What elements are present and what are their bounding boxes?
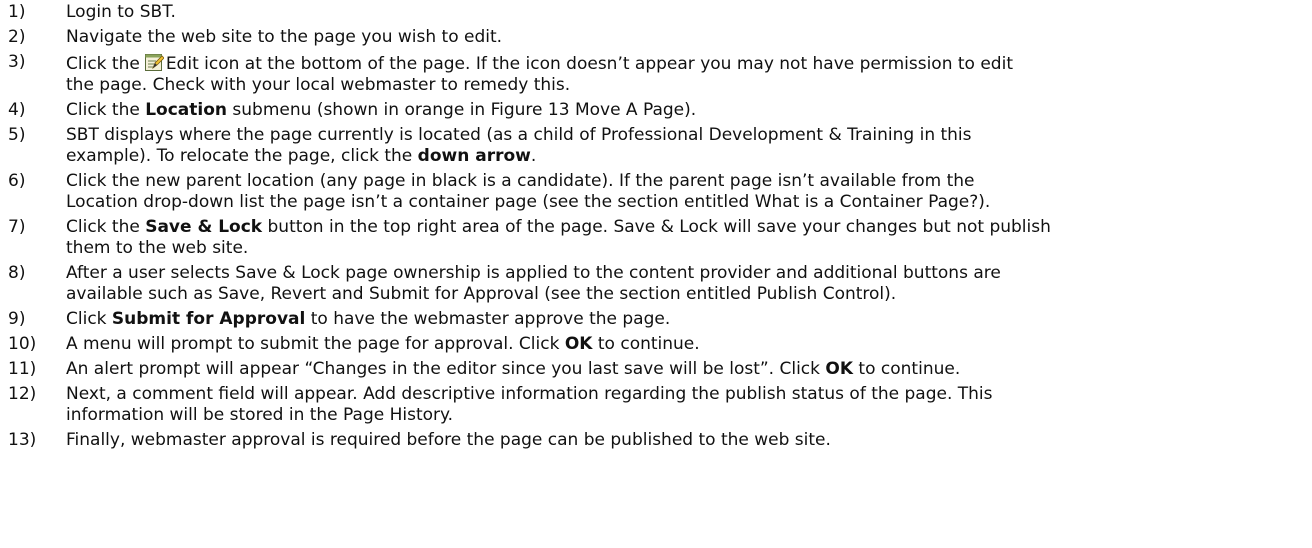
list-item: 4) Click the Location submenu (shown in … — [0, 100, 1312, 121]
step-text-post: to continue. — [592, 334, 700, 354]
list-item: 10) A menu will prompt to submit the pag… — [0, 334, 1312, 355]
list-item: 5) SBT displays where the page currently… — [0, 125, 1312, 167]
list-item: 2) Navigate the web site to the page you… — [0, 27, 1312, 48]
step-text-bold: down arrow — [417, 146, 531, 166]
step-text-post: to continue. — [853, 359, 961, 379]
step-number: 10) — [8, 334, 37, 354]
step-text-line-1: Click the new parent location (any page … — [66, 171, 975, 191]
list-item: 12) Next, a comment field will appear. A… — [0, 384, 1312, 426]
step-text-line-1: SBT displays where the page currently is… — [66, 125, 972, 145]
step-text: Click the Location submenu (shown in ora… — [66, 100, 1304, 121]
step-text-pre: Click the — [66, 217, 146, 237]
step-number: 3) — [8, 52, 26, 72]
step-number: 11) — [8, 359, 37, 379]
step-text: Click Submit for Approval to have the we… — [66, 309, 1304, 330]
list-item: 6) Click the new parent location (any pa… — [0, 171, 1312, 213]
step-text: Login to SBT. — [66, 2, 176, 22]
step-text-pre: Click — [66, 309, 112, 329]
step-text-pre: Click the — [66, 54, 140, 74]
step-number: 13) — [8, 430, 37, 450]
step-text-post: . — [530, 146, 537, 166]
step-number: 2) — [8, 27, 26, 47]
step-text-line-2: information will be stored in the Page H… — [66, 405, 454, 425]
step-text-pre: An alert prompt will appear “Changes in … — [66, 359, 826, 379]
list-item: 11) An alert prompt will appear “Changes… — [0, 359, 1312, 380]
list-item: 9) Click Submit for Approval to have the… — [0, 309, 1312, 330]
instruction-steps-list: 1) Login to SBT. 2) Navigate the web sit… — [0, 2, 1312, 451]
step-number: 9) — [8, 309, 26, 329]
step-text-bold: Location — [145, 100, 228, 120]
step-text-pre: Click the — [66, 100, 146, 120]
step-text-line-1: Next, a comment field will appear. Add d… — [66, 384, 993, 404]
step-text-line-1: After a user selects Save & Lock page ow… — [66, 263, 1001, 283]
step-number: 5) — [8, 125, 26, 145]
step-text-post: submenu (shown in orange in Figure 13 Mo… — [227, 100, 697, 120]
step-text-post: to have the webmaster approve the page. — [305, 309, 671, 329]
step-text-pre: example). To relocate the page, click th… — [66, 146, 418, 166]
step-text-line-2: example). To relocate the page, click th… — [66, 146, 1304, 167]
step-text: Navigate the web site to the page you wi… — [66, 27, 503, 47]
step-text-line-2: the page. Check with your local webmaste… — [66, 75, 571, 95]
step-number: 8) — [8, 263, 26, 283]
step-number: 12) — [8, 384, 37, 404]
step-number: 4) — [8, 100, 26, 120]
list-item: 8) After a user selects Save & Lock page… — [0, 263, 1312, 305]
step-text-bold: OK — [825, 359, 854, 379]
step-text-bold: Submit for Approval — [111, 309, 306, 329]
step-number: 6) — [8, 171, 26, 191]
list-item: 13) Finally, webmaster approval is requi… — [0, 430, 1312, 451]
step-text-pre: A menu will prompt to submit the page fo… — [66, 334, 565, 354]
step-text-bold: Save & Lock — [145, 217, 263, 237]
step-text: An alert prompt will appear “Changes in … — [66, 359, 1304, 380]
step-text: A menu will prompt to submit the page fo… — [66, 334, 1304, 355]
step-text-post: Edit icon at the bottom of the page. If … — [165, 54, 1013, 74]
list-item: 1) Login to SBT. — [0, 2, 1312, 23]
step-text-post: button in the top right area of the page… — [262, 217, 1051, 237]
step-text-line-2: them to the web site. — [66, 238, 249, 258]
step-number: 7) — [8, 217, 26, 237]
step-text-line-1: Click the Edit icon at the bottom of the… — [66, 52, 1304, 75]
document-page: 1) Login to SBT. 2) Navigate the web sit… — [0, 0, 1312, 548]
step-text-line-2: available such as Save, Revert and Submi… — [66, 284, 897, 304]
step-number: 1) — [8, 2, 26, 22]
step-text-line-2: Location drop-down list the page isn’t a… — [66, 192, 991, 212]
step-text: Finally, webmaster approval is required … — [66, 430, 831, 450]
edit-icon — [144, 52, 164, 72]
step-text-line-1: Click the Save & Lock button in the top … — [66, 217, 1304, 238]
list-item: 7) Click the Save & Lock button in the t… — [0, 217, 1312, 259]
list-item: 3) Click the Edit icon at the bottom of … — [0, 52, 1312, 96]
step-text-bold: OK — [564, 334, 593, 354]
